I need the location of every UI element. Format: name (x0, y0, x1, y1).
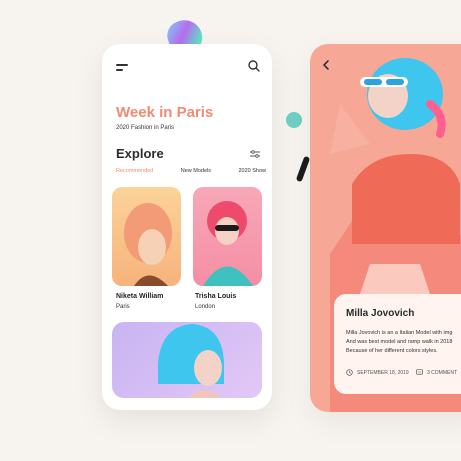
model-city: Paris (116, 304, 130, 310)
model-card-image[interactable] (193, 187, 262, 286)
description-line: Milla Jovovich is an a Italian Model wit… (346, 330, 453, 336)
tab-new-models[interactable]: New Models (181, 168, 211, 174)
model-card-image[interactable] (112, 187, 181, 286)
tab-2020-show[interactable]: 2020 Show (238, 168, 266, 174)
tab-recommended[interactable]: Recommended (116, 168, 153, 174)
model-name: Trisha Louis (195, 293, 237, 300)
clock-icon (346, 369, 353, 376)
confetti-stick (295, 155, 311, 183)
date-text: SEPTEMBER 18, 2019 (357, 369, 409, 376)
home-screen: Week in Paris 2020 Fashion in Paris Expl… (102, 44, 272, 410)
teal-dot-decoration (286, 112, 302, 128)
page-title: Week in Paris (116, 104, 214, 121)
comment-icon (416, 369, 423, 375)
menu-icon[interactable] (116, 64, 128, 72)
post-date: SEPTEMBER 18, 2019 (346, 369, 409, 376)
model-detail-name: Milla Jovovich (346, 308, 415, 319)
detail-screen: Milla Jovovich Milla Jovovich is an a It… (310, 44, 461, 412)
search-icon[interactable] (248, 60, 260, 72)
model-info-card: Milla Jovovich Milla Jovovich is an a It… (334, 294, 461, 394)
section-title: Explore (116, 146, 164, 161)
description-line: And was best model and ramp walk in 2018 (346, 339, 453, 345)
featured-model-card[interactable] (112, 322, 262, 398)
category-tabs: Recommended New Models 2020 Show (116, 168, 266, 174)
model-description: Milla Jovovich is an a Italian Model wit… (346, 329, 461, 356)
comments-link[interactable]: 3 COMMENT (416, 369, 457, 376)
back-icon[interactable] (322, 60, 332, 70)
description-line: Because of her different colors styles. (346, 348, 438, 354)
filter-icon[interactable] (250, 150, 260, 158)
model-city: London (195, 304, 216, 310)
model-name: Niketa William (116, 293, 164, 300)
comments-text: 3 COMMENT (427, 369, 457, 376)
page-subtitle: 2020 Fashion in Paris (116, 125, 175, 131)
